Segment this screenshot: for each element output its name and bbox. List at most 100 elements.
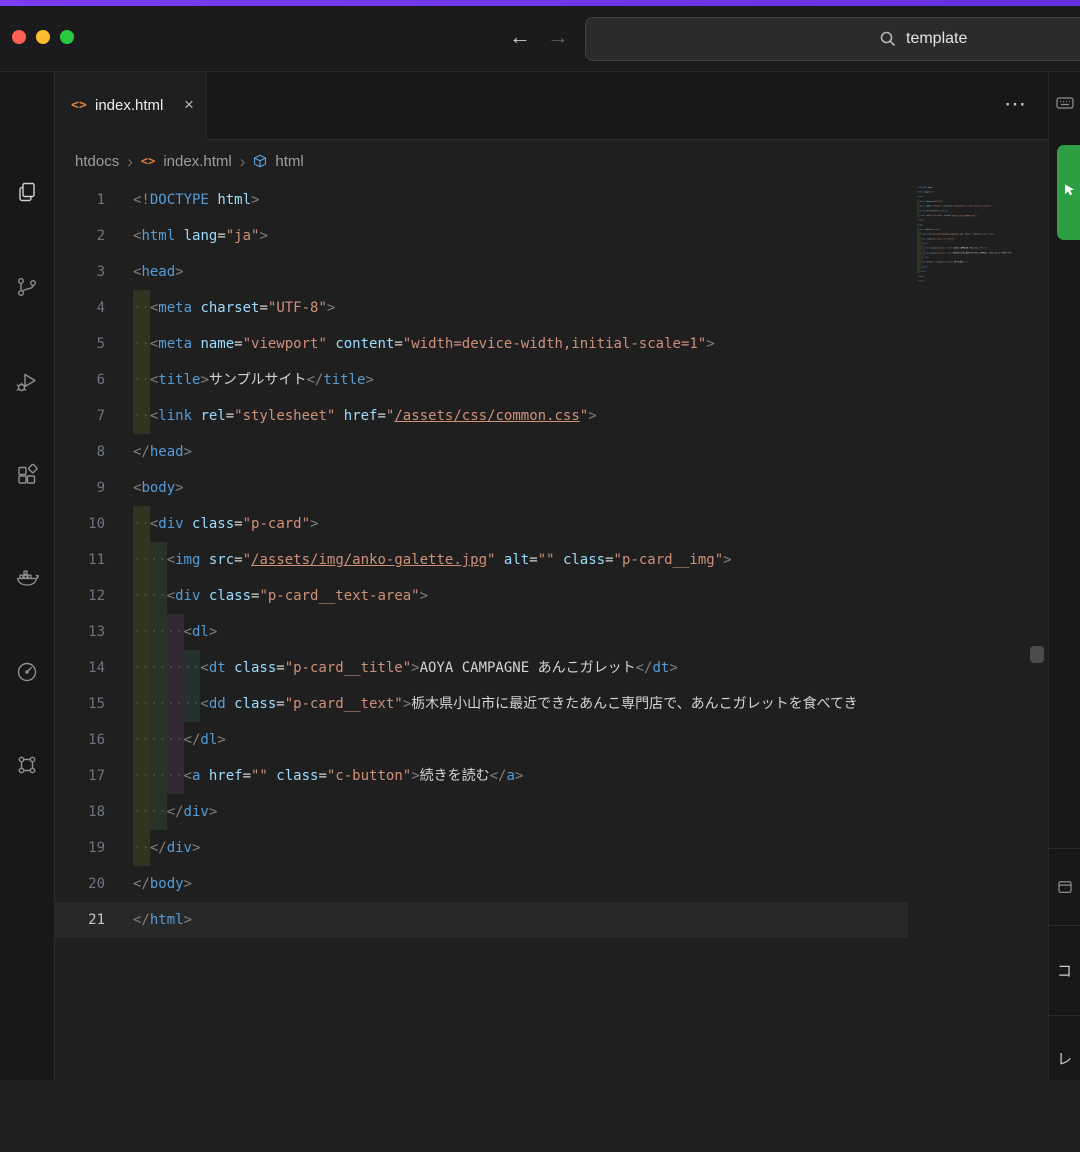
docker-icon[interactable] [15, 565, 39, 589]
explorer-icon[interactable] [15, 180, 39, 204]
line-number[interactable]: 6 [55, 362, 133, 398]
line-number[interactable]: 4 [55, 290, 133, 326]
line-number[interactable]: 16 [55, 722, 133, 758]
code-token: > [940, 228, 942, 231]
code-line[interactable]: 19 ··</div> [55, 830, 1048, 866]
go-live-button[interactable] [1057, 145, 1080, 240]
line-number[interactable]: 2 [55, 218, 133, 254]
extensions-icon[interactable] [15, 463, 39, 487]
breadcrumb-symbol[interactable]: html [275, 153, 303, 170]
panel-tab-ko[interactable]: コ [1049, 925, 1080, 1015]
code-token: "p-card__text" [936, 251, 953, 254]
line-number[interactable]: 3 [55, 254, 133, 290]
code-line[interactable]: 17 ······<a href="" class="c-button">続きを読… [55, 758, 1048, 794]
zoom-window-button[interactable] [60, 30, 74, 44]
code-token: = [377, 408, 386, 424]
code-line[interactable]: 6 ··<title>サンプルサイト</title> [55, 362, 1048, 398]
panel-tab-window[interactable] [1049, 848, 1080, 925]
code-line[interactable]: 7 ··<link rel="stylesheet" href="/assets/… [55, 398, 1048, 434]
code-line[interactable]: 14 ········<dt class="p-card__title">AOYA… [55, 650, 1048, 686]
code-token: "viewport" [931, 205, 943, 208]
line-number[interactable]: 5 [55, 326, 133, 362]
line-number[interactable]: 9 [55, 470, 133, 506]
indent-guide: ·· [149, 686, 167, 722]
breadcrumb-file[interactable]: index.html [163, 153, 231, 170]
code-token: dt [208, 660, 226, 676]
code-token: < [200, 696, 209, 712]
source-control-icon[interactable] [15, 275, 39, 299]
line-number[interactable]: 12 [55, 578, 133, 614]
close-window-button[interactable] [12, 30, 26, 44]
line-number[interactable]: 11 [55, 542, 133, 578]
dots-grid-icon[interactable] [15, 753, 39, 777]
code-line[interactable]: 15 ········<dd class="p-card__text">栃木県小山… [55, 686, 1048, 722]
close-tab-icon[interactable]: × [177, 72, 201, 140]
code-token: > [419, 588, 429, 604]
code-line[interactable]: 11 ····<img src="/assets/img/anko-galette… [55, 542, 1048, 578]
line-number[interactable]: 1 [55, 182, 133, 218]
code-token: "width=device-width,initial-scale=1" [402, 336, 707, 352]
gauge-icon[interactable] [15, 660, 39, 684]
code-line[interactable]: 4 ··<meta charset="UTF-8"> [55, 290, 1048, 326]
run-and-debug-icon[interactable] [15, 370, 39, 394]
code-line[interactable]: 8 </head> [55, 434, 1048, 470]
line-number[interactable]: 7 [55, 398, 133, 434]
code-token: < [183, 768, 192, 784]
line-number[interactable]: 10 [55, 506, 133, 542]
code-token: " [579, 408, 589, 424]
keyboard-icon[interactable] [1055, 93, 1075, 113]
minimap[interactable]: <!DOCTYPE html> <html lang="ja"> <head> ··<… [908, 182, 1048, 1080]
code-token: "c-button" [942, 261, 954, 264]
code-line[interactable]: 3 <head> [55, 254, 1048, 290]
indent-guide: ·· [183, 650, 200, 686]
code-token: div [183, 804, 209, 820]
code-token: dl [200, 732, 218, 748]
code-line[interactable]: 9 <body> [55, 470, 1048, 506]
tab-index-html[interactable]: <> index.html × [55, 72, 207, 140]
code-token: > [933, 190, 935, 194]
code-token: > [200, 372, 209, 388]
html-file-icon: <> [140, 154, 156, 168]
more-actions-icon[interactable]: ⋯ [1004, 72, 1028, 140]
code-line[interactable]: 1 <!DOCTYPE html> [55, 182, 1048, 218]
indent-guide: ·· [133, 506, 150, 542]
code-token: 続きを読む [419, 768, 490, 784]
code-editor[interactable]: 1 <!DOCTYPE html> 2 <html lang="ja"> 3 <head>… [55, 182, 1048, 1080]
forward-button[interactable]: → [541, 6, 575, 72]
code-line[interactable]: 12 ····<div class="p-card__text-area"> [55, 578, 1048, 614]
code-line[interactable]: 2 <html lang="ja"> [55, 218, 1048, 254]
line-number[interactable]: 19 [55, 830, 133, 866]
line-number[interactable]: 17 [55, 758, 133, 794]
line-number[interactable]: 14 [55, 650, 133, 686]
breadcrumb: htdocs › <> index.html › html [55, 140, 1048, 182]
code-token: DOCTYPE [919, 186, 927, 189]
code-line[interactable]: 5 ··<meta name="viewport" content="width=… [55, 326, 1048, 362]
code-line[interactable]: 20 </body> [55, 866, 1048, 902]
line-number[interactable]: 8 [55, 434, 133, 470]
code-line[interactable]: 13 ······<dl> [55, 614, 1048, 650]
code-token: class [562, 552, 606, 568]
panel-tab-re[interactable]: レ [1049, 1015, 1080, 1152]
code-line[interactable]: 21 </html> [55, 902, 1048, 938]
line-number[interactable]: 21 [55, 902, 133, 938]
tab-bar: <> index.html × ⋯ [55, 72, 1048, 140]
line-number[interactable]: 20 [55, 866, 133, 902]
scrollbar-thumb[interactable] [1030, 646, 1044, 663]
indent-guide: ·· [133, 758, 150, 794]
indent-guide: ·· [166, 686, 184, 722]
code-line[interactable]: 16 ······</dl> [55, 722, 1048, 758]
line-number[interactable]: 15 [55, 686, 133, 722]
indent-guide: ·· [183, 686, 200, 722]
minimize-window-button[interactable] [36, 30, 50, 44]
code-token: "UTF-8" [934, 200, 943, 203]
back-button[interactable]: ← [503, 6, 537, 72]
breadcrumb-folder[interactable]: htdocs [75, 153, 119, 170]
indent-guide: ·· [133, 650, 150, 686]
code-line[interactable]: 10 ··<div class="p-card"> [55, 506, 1048, 542]
command-center-search[interactable]: template [585, 17, 1080, 61]
line-number[interactable]: 18 [55, 794, 133, 830]
code-token: div [166, 840, 192, 856]
code-line[interactable]: 18 ····</div> [55, 794, 1048, 830]
line-number[interactable]: 13 [55, 614, 133, 650]
